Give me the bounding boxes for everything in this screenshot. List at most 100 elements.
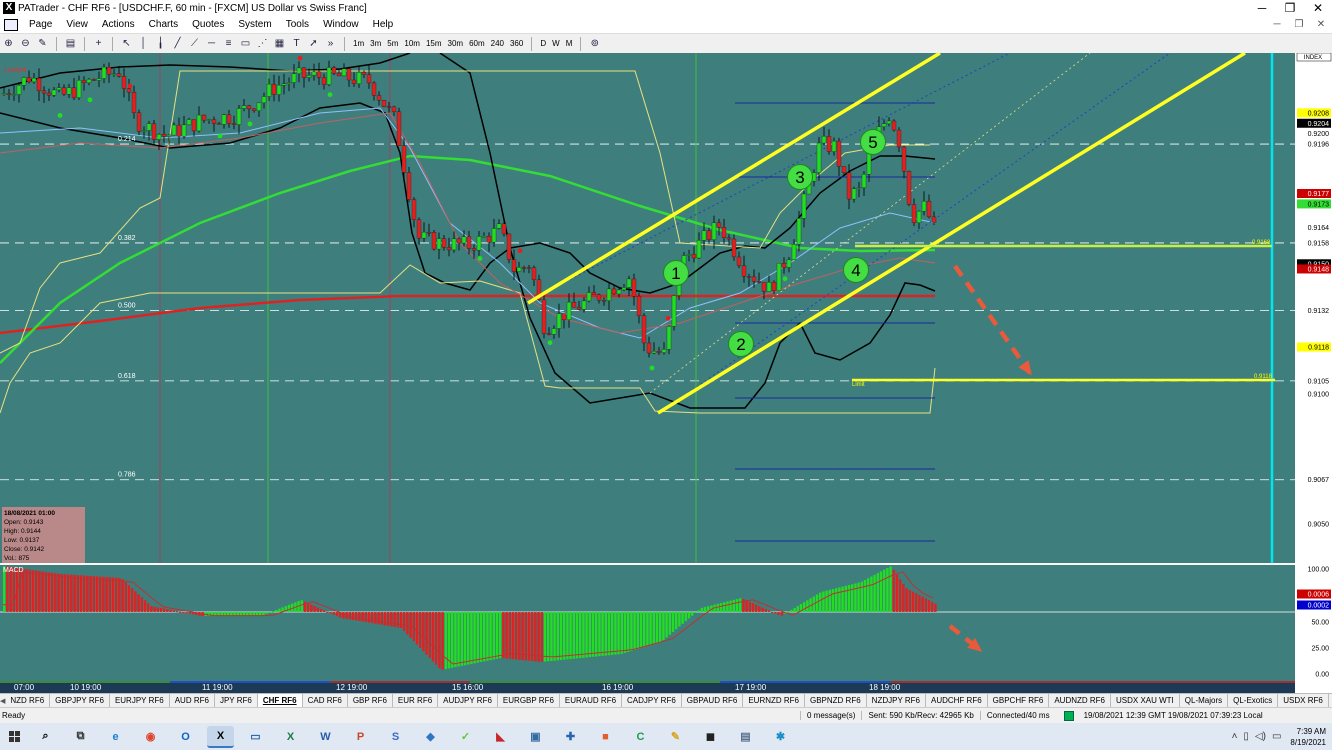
tab-ql-majors[interactable]: QL-Majors: [1180, 694, 1229, 707]
chart-type-icon[interactable]: ▤: [63, 37, 78, 50]
maximize-button[interactable]: ❐: [1276, 0, 1304, 16]
rectangle-icon[interactable]: ▭: [238, 37, 253, 50]
taskbar-screenshot-icon[interactable]: ▭: [242, 726, 269, 748]
tab-euraud-rf6[interactable]: EURAUD RF6: [560, 694, 623, 707]
taskbar-app-orange-icon[interactable]: ■: [592, 726, 619, 748]
timeframe-1m[interactable]: 1m: [350, 39, 367, 48]
document-icon[interactable]: [4, 18, 18, 31]
taskbar-outlook-icon[interactable]: O: [172, 726, 199, 748]
menu-charts[interactable]: Charts: [142, 19, 185, 30]
taskbar-patrader-icon[interactable]: X: [207, 725, 234, 748]
taskbar-app-pen-icon[interactable]: ✎: [662, 726, 689, 748]
tab-gbpnzd-rf6[interactable]: GBPNZD RF6: [805, 694, 867, 707]
tab-gbpaud-rf6[interactable]: GBPAUD RF6: [682, 694, 744, 707]
tab-jpy-rf6[interactable]: JPY RF6: [215, 694, 258, 707]
start-button-icon[interactable]: [0, 723, 28, 750]
draw-icon[interactable]: ✎: [35, 37, 50, 50]
mdi-minimize-button[interactable]: ─: [1266, 19, 1288, 30]
menu-actions[interactable]: Actions: [95, 19, 142, 30]
tab-eurgbp-rf6[interactable]: EURGBP RF6: [498, 694, 560, 707]
menu-view[interactable]: View: [59, 19, 95, 30]
tab-ql-exotics[interactable]: QL-Exotics: [1228, 694, 1279, 707]
taskbar-app-star-icon[interactable]: ✱: [767, 726, 794, 748]
tab-chf-rf6[interactable]: CHF RF6: [257, 694, 303, 707]
menu-help[interactable]: Help: [366, 19, 401, 30]
text-icon[interactable]: T: [289, 37, 304, 50]
taskbar-edge-icon[interactable]: e: [102, 726, 129, 748]
tab-gbp-rf6[interactable]: GBP RF6: [348, 694, 393, 707]
zoom-out-icon[interactable]: ⊖: [18, 37, 33, 50]
tab-usdx-xau-wti[interactable]: USDX XAU WTI: [1111, 694, 1180, 707]
chart-area[interactable]: INDEX 0.9208 0.9204 0.9200 0.9196 0.9177 0.917…: [0, 53, 1332, 693]
taskbar-clock[interactable]: 7:39 AM 8/19/2021: [1290, 726, 1326, 748]
tab-eurnzd-rf6[interactable]: EURNZD RF6: [743, 694, 805, 707]
notification-icon[interactable]: ▭: [1272, 731, 1281, 742]
tab-audchf-rf6[interactable]: AUDCHF RF6: [926, 694, 988, 707]
taskbar-app-dark-icon[interactable]: ◼: [697, 726, 724, 748]
price-chart[interactable]: INDEX 0.9208 0.9204 0.9200 0.9196 0.9177 0.917…: [0, 53, 1332, 693]
tab-nzd-rf6[interactable]: NZD RF6: [5, 694, 51, 707]
taskbar-task-view-icon[interactable]: ⧉: [67, 726, 94, 748]
taskbar-app-red-icon[interactable]: ◣: [487, 726, 514, 748]
period-month[interactable]: M: [563, 39, 576, 48]
taskbar-app-monitor-icon[interactable]: ▣: [522, 726, 549, 748]
channel-icon[interactable]: ╱: [170, 37, 185, 50]
period-week[interactable]: W: [549, 39, 563, 48]
network-icon[interactable]: ▯: [1243, 731, 1249, 742]
taskbar-settings-icon[interactable]: S: [382, 726, 409, 748]
zoom-in-icon[interactable]: ⊕: [1, 37, 16, 50]
minimize-button[interactable]: ─: [1248, 0, 1276, 16]
fib-icon[interactable]: ≡: [221, 37, 236, 50]
tab-eurjpy-rf6[interactable]: EURJPY RF6: [110, 694, 170, 707]
tab-usdx-rf6[interactable]: USDX RF6: [1278, 694, 1329, 707]
taskbar-chrome-icon[interactable]: ◉: [137, 726, 164, 748]
timeframe-60m[interactable]: 60m: [466, 39, 488, 48]
menu-page[interactable]: Page: [22, 19, 59, 30]
menu-system[interactable]: System: [231, 19, 278, 30]
crosshair-icon[interactable]: +: [91, 37, 106, 50]
volume-icon[interactable]: ◁): [1255, 731, 1266, 742]
timeframe-30m[interactable]: 30m: [445, 39, 467, 48]
timeframe-15m[interactable]: 15m: [423, 39, 445, 48]
pointer-icon[interactable]: ↖: [119, 37, 134, 50]
timeframe-10m[interactable]: 10m: [401, 39, 423, 48]
tray-expand-icon[interactable]: ˄: [1232, 731, 1238, 742]
tab-cad-rf6[interactable]: CAD RF6: [303, 694, 348, 707]
menu-tools[interactable]: Tools: [279, 19, 316, 30]
taskbar-excel-icon[interactable]: X: [277, 726, 304, 748]
tab-nzdjpy-rf6[interactable]: NZDJPY RF6: [867, 694, 926, 707]
mdi-close-button[interactable]: ✕: [1310, 19, 1332, 30]
taskbar-word-icon[interactable]: W: [312, 726, 339, 748]
mdi-restore-button[interactable]: ❐: [1288, 19, 1310, 30]
search-icon[interactable]: ⌕: [32, 726, 59, 748]
arrow-icon[interactable]: ➚: [306, 37, 321, 50]
taskbar-app-plus-icon[interactable]: ✚: [557, 726, 584, 748]
tab-eur-rf6[interactable]: EUR RF6: [393, 694, 439, 707]
vertical-line-icon[interactable]: │: [136, 37, 151, 50]
tab-audnzd-rf6[interactable]: AUDNZD RF6: [1049, 694, 1111, 707]
expand-icon[interactable]: »: [323, 37, 338, 50]
fan-icon[interactable]: ⋰: [255, 37, 270, 50]
grid-icon[interactable]: ▦: [272, 37, 287, 50]
trend-line-icon[interactable]: ⟋: [187, 37, 202, 50]
taskbar-app-monitor2-icon[interactable]: ▤: [732, 726, 759, 748]
timeframe-240[interactable]: 240: [488, 39, 507, 48]
taskbar-powerpoint-icon[interactable]: P: [347, 726, 374, 748]
tab-aud-rf6[interactable]: AUD RF6: [170, 694, 215, 707]
timeframe-5m[interactable]: 5m: [384, 39, 401, 48]
taskbar-app-blue-icon[interactable]: ◆: [417, 726, 444, 748]
tab-gbpjpy-rf6[interactable]: GBPJPY RF6: [50, 694, 110, 707]
target-icon[interactable]: ⊚: [587, 37, 602, 50]
tab-cadjpy-rf6[interactable]: CADJPY RF6: [622, 694, 682, 707]
timeframe-3m[interactable]: 3m: [367, 39, 384, 48]
timeframe-360[interactable]: 360: [507, 39, 526, 48]
menu-window[interactable]: Window: [316, 19, 366, 30]
horizontal-line-icon[interactable]: ─: [204, 37, 219, 50]
menu-quotes[interactable]: Quotes: [185, 19, 231, 30]
taskbar-app-green-icon[interactable]: ✓: [452, 726, 479, 748]
period-day[interactable]: D: [537, 39, 549, 48]
tab-audjpy-rf6[interactable]: AUDJPY RF6: [438, 694, 498, 707]
close-button[interactable]: ✕: [1304, 0, 1332, 16]
bars-icon[interactable]: ╽: [153, 37, 168, 50]
taskbar-app-c-icon[interactable]: C: [627, 726, 654, 748]
